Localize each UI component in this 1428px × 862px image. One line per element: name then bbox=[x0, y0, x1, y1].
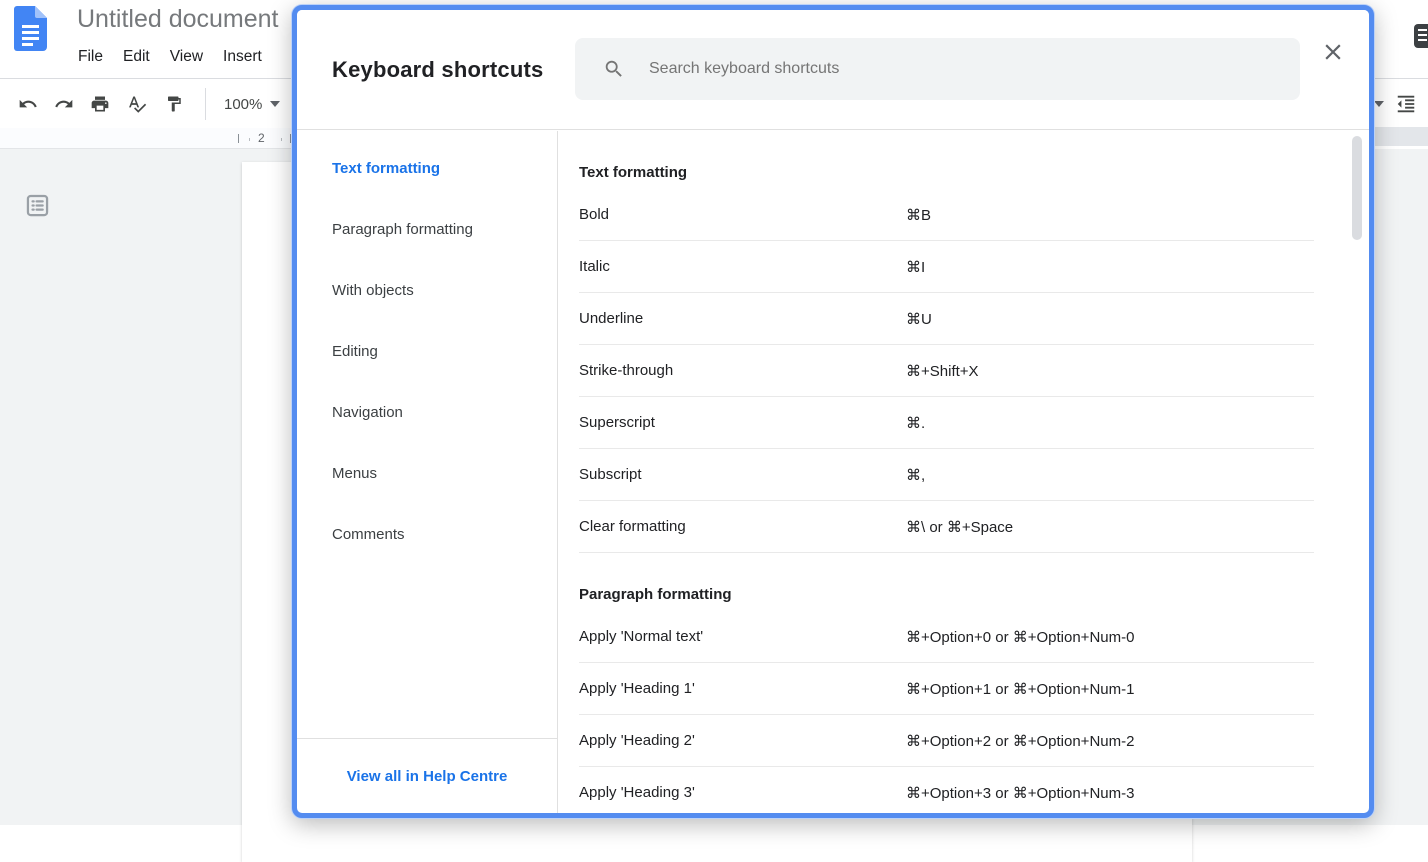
shortcut-row: Underline ⌘U bbox=[579, 293, 1314, 345]
close-icon bbox=[1320, 39, 1346, 65]
shortcut-keys: ⌘, bbox=[906, 466, 925, 484]
shortcut-action: Underline bbox=[579, 310, 906, 327]
shortcut-row: Apply 'Heading 3' ⌘+Option+3 or ⌘+Option… bbox=[579, 767, 1314, 813]
shortcut-row: Subscript ⌘, bbox=[579, 449, 1314, 501]
category-item[interactable]: With objects bbox=[297, 260, 557, 321]
shortcut-keys: ⌘B bbox=[906, 206, 931, 224]
category-item[interactable]: Comments bbox=[297, 504, 557, 565]
shortcut-action: Apply 'Heading 3' bbox=[579, 784, 906, 801]
shortcut-action: Italic bbox=[579, 258, 906, 275]
category-item[interactable]: Navigation bbox=[297, 382, 557, 443]
shortcut-keys: ⌘+Option+0 or ⌘+Option+Num-0 bbox=[906, 628, 1134, 646]
menu-item[interactable]: Edit bbox=[113, 44, 160, 70]
section-rows: Bold ⌘B Italic ⌘I Underline ⌘U bbox=[579, 189, 1369, 553]
outline-icon bbox=[24, 192, 51, 219]
shortcut-row: Apply 'Normal text' ⌘+Option+0 or ⌘+Opti… bbox=[579, 611, 1314, 663]
shortcut-keys: ⌘. bbox=[906, 414, 925, 432]
shortcut-categories-sidebar: Text formatting Paragraph formatting Wit… bbox=[297, 131, 558, 813]
menu-item[interactable]: File bbox=[68, 44, 113, 70]
keyboard-shortcuts-dialog: Keyboard shortcuts Text formatting Parag… bbox=[292, 5, 1374, 818]
shortcut-row: Apply 'Heading 2' ⌘+Option+2 or ⌘+Option… bbox=[579, 715, 1314, 767]
shortcut-action: Apply 'Normal text' bbox=[579, 628, 906, 645]
category-item[interactable]: Menus bbox=[297, 443, 557, 504]
section-title: Paragraph formatting bbox=[579, 553, 1369, 611]
print-button[interactable] bbox=[84, 88, 116, 120]
shortcut-keys: ⌘\ or ⌘+Space bbox=[906, 518, 1013, 536]
section-text-formatting: Text formatting Bold ⌘B Italic ⌘I bbox=[579, 131, 1369, 553]
shortcut-action: Bold bbox=[579, 206, 906, 223]
spellcheck-button[interactable] bbox=[121, 88, 153, 120]
print-icon bbox=[90, 94, 110, 114]
dialog-body: Text formatting Paragraph formatting Wit… bbox=[297, 131, 1369, 813]
ruler: 2 bbox=[0, 128, 292, 149]
shortcut-keys: ⌘U bbox=[906, 310, 932, 328]
dialog-header: Keyboard shortcuts bbox=[297, 10, 1369, 130]
menu-bar: File Edit View Insert bbox=[68, 44, 272, 70]
shortcut-action: Superscript bbox=[579, 414, 906, 431]
shortcut-keys: ⌘+Option+3 or ⌘+Option+Num-3 bbox=[906, 784, 1134, 802]
paint-format-button[interactable] bbox=[158, 88, 190, 120]
shortcut-row: Superscript ⌘. bbox=[579, 397, 1314, 449]
show-outline-button[interactable] bbox=[21, 189, 53, 221]
help-centre-link[interactable]: View all in Help Centre bbox=[347, 768, 508, 785]
spellcheck-icon bbox=[127, 94, 147, 114]
search-input[interactable] bbox=[649, 38, 1284, 100]
undo-icon bbox=[18, 94, 38, 114]
zoom-value: 100% bbox=[224, 96, 262, 113]
shortcut-action: Strike-through bbox=[579, 362, 906, 379]
shortcut-list: Text formatting Bold ⌘B Italic ⌘I bbox=[559, 131, 1369, 813]
shortcut-action: Apply 'Heading 2' bbox=[579, 732, 906, 749]
docs-logo-icon[interactable] bbox=[14, 6, 47, 51]
indent-decrease-button[interactable] bbox=[1390, 88, 1422, 120]
shortcut-keys: ⌘I bbox=[906, 258, 925, 276]
shortcut-keys: ⌘+Option+2 or ⌘+Option+Num-2 bbox=[906, 732, 1134, 750]
shortcut-row: Strike-through ⌘+Shift+X bbox=[579, 345, 1314, 397]
undo-button[interactable] bbox=[12, 88, 44, 120]
redo-icon bbox=[54, 94, 74, 114]
close-button[interactable] bbox=[1313, 32, 1353, 72]
shortcut-row: Clear formatting ⌘\ or ⌘+Space bbox=[579, 501, 1314, 553]
shortcut-row: Apply 'Heading 1' ⌘+Option+1 or ⌘+Option… bbox=[579, 663, 1314, 715]
document-title[interactable]: Untitled document bbox=[77, 5, 279, 34]
section-rows: Apply 'Normal text' ⌘+Option+0 or ⌘+Opti… bbox=[579, 611, 1369, 813]
dialog-scrollbar-thumb[interactable] bbox=[1352, 136, 1362, 240]
shortcut-action: Apply 'Heading 1' bbox=[579, 680, 906, 697]
indent-decrease-icon bbox=[1395, 93, 1417, 115]
redo-button[interactable] bbox=[48, 88, 80, 120]
caret-down-icon bbox=[1374, 101, 1384, 107]
category-item[interactable]: Paragraph formatting bbox=[297, 199, 557, 260]
shortcut-keys: ⌘+Option+1 or ⌘+Option+Num-1 bbox=[906, 680, 1134, 698]
category-list: Text formatting Paragraph formatting Wit… bbox=[297, 131, 557, 565]
section-title: Text formatting bbox=[579, 131, 1369, 189]
ruler-number: 2 bbox=[258, 131, 265, 145]
shortcut-row: Italic ⌘I bbox=[579, 241, 1314, 293]
sidebar-footer: View all in Help Centre bbox=[297, 738, 557, 813]
zoom-caret-icon bbox=[270, 101, 280, 107]
dialog-title: Keyboard shortcuts bbox=[332, 10, 543, 130]
section-paragraph-formatting: Paragraph formatting Apply 'Normal text'… bbox=[579, 553, 1369, 813]
shortcut-search-box[interactable] bbox=[575, 38, 1300, 100]
shortcut-action: Subscript bbox=[579, 466, 906, 483]
paint-format-icon bbox=[165, 95, 183, 113]
menu-item[interactable]: View bbox=[160, 44, 213, 70]
shortcut-keys: ⌘+Shift+X bbox=[906, 362, 979, 380]
menu-corner-icon[interactable] bbox=[1414, 24, 1428, 48]
ruler-margin-segment bbox=[1374, 127, 1428, 146]
category-item[interactable]: Text formatting bbox=[297, 138, 557, 199]
menu-item[interactable]: Insert bbox=[213, 44, 272, 70]
shortcut-action: Clear formatting bbox=[579, 518, 906, 535]
toolbar-separator bbox=[205, 88, 206, 120]
category-item[interactable]: Editing bbox=[297, 321, 557, 382]
search-icon bbox=[603, 58, 625, 80]
zoom-control[interactable]: 100% bbox=[216, 88, 288, 120]
shortcut-row: Bold ⌘B bbox=[579, 189, 1314, 241]
